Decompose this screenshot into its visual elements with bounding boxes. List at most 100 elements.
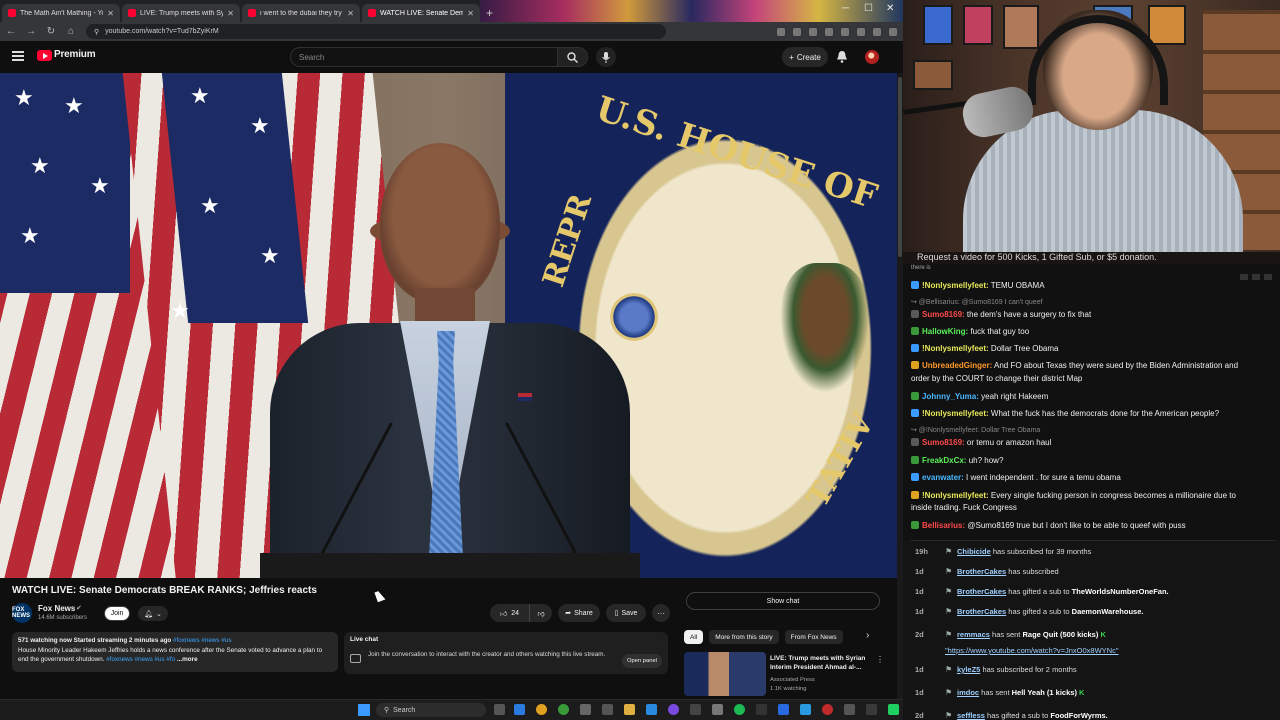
close-tab-icon[interactable]: ✕ bbox=[107, 9, 114, 18]
site-info-icon[interactable]: ⚲ bbox=[94, 28, 99, 36]
new-tab-button[interactable]: + bbox=[486, 4, 493, 22]
task-view-icon[interactable] bbox=[494, 704, 505, 715]
chat-username[interactable]: !Nonlysmellyfeet: bbox=[922, 491, 989, 500]
app-icon[interactable] bbox=[712, 704, 723, 715]
show-more-link[interactable]: ...more bbox=[177, 656, 198, 663]
more-actions-button[interactable]: ··· bbox=[652, 604, 670, 622]
app-icon[interactable] bbox=[778, 704, 789, 715]
notifications-bell-icon[interactable] bbox=[836, 50, 848, 63]
save-button[interactable]: ▯ Save bbox=[606, 604, 646, 622]
chat-username[interactable]: Sumo8169: bbox=[922, 438, 965, 447]
extension-icon[interactable] bbox=[777, 27, 785, 36]
search-button[interactable] bbox=[558, 47, 588, 67]
back-icon[interactable]: ← bbox=[6, 26, 16, 37]
share-button[interactable]: ➦ Share bbox=[558, 604, 600, 622]
show-chat-button[interactable]: Show chat bbox=[686, 592, 880, 610]
spotify-icon[interactable] bbox=[734, 704, 745, 715]
dislike-button[interactable]: 👎︎ bbox=[530, 604, 552, 622]
join-button[interactable]: Join bbox=[104, 606, 130, 621]
pin-icon[interactable] bbox=[1240, 274, 1248, 280]
account-avatar[interactable] bbox=[865, 50, 879, 64]
description-meta-tags[interactable]: #foxnews #news #us bbox=[173, 637, 231, 644]
youtube-logo-icon[interactable] bbox=[37, 50, 52, 61]
create-button[interactable]: + Create bbox=[782, 47, 828, 67]
minimize-icon[interactable]: ─ bbox=[842, 3, 849, 14]
chat-username[interactable]: UnbreadedGinger: bbox=[922, 361, 992, 370]
video-description[interactable]: 571 watching now Started streaming 2 min… bbox=[12, 632, 338, 672]
close-tab-icon[interactable]: ✕ bbox=[227, 9, 234, 18]
event-username[interactable]: Chibicide bbox=[957, 547, 991, 556]
extension-icon[interactable] bbox=[841, 27, 849, 36]
chat-username[interactable]: Sumo8169: bbox=[922, 310, 965, 319]
video-player[interactable]: ★ ★ ★ ★ ★ ★ ★ ★ ★ ★ U.S. HOUSE OF REPR T… bbox=[0, 73, 897, 578]
chat-username[interactable]: Bellisarius: bbox=[922, 521, 965, 530]
event-username[interactable]: kyleZ5 bbox=[957, 665, 980, 674]
chevron-right-icon[interactable]: › bbox=[866, 630, 869, 641]
event-link[interactable]: "https://www.youtube.com/watch?v=JnxO0x8… bbox=[945, 646, 1119, 655]
taskbar-search[interactable]: ⚲ Search bbox=[376, 703, 486, 717]
app-icon[interactable] bbox=[800, 704, 811, 715]
chat-username[interactable]: Johnny_Yuma: bbox=[922, 392, 979, 401]
open-panel-button[interactable]: Open panel bbox=[622, 654, 662, 668]
event-username[interactable]: BrotherCakes bbox=[957, 587, 1006, 596]
app-icon[interactable] bbox=[580, 704, 591, 715]
maximize-icon[interactable]: ☐ bbox=[864, 3, 873, 14]
recommendation-title[interactable]: LIVE: Trump meets with Syrian Interim Pr… bbox=[770, 655, 874, 672]
chat-username[interactable]: !Nonlysmellyfeet: bbox=[922, 409, 989, 418]
subscribed-notifications-button[interactable]: 🔔︎ ⌄ bbox=[138, 606, 168, 621]
like-button[interactable]: 👍︎ 24 bbox=[490, 604, 530, 622]
extension-icon[interactable] bbox=[857, 27, 865, 36]
chip-from-fox-news[interactable]: From Fox News bbox=[784, 630, 843, 644]
forward-icon[interactable]: → bbox=[26, 26, 36, 37]
chip-more-from-story[interactable]: More from this story bbox=[709, 630, 779, 644]
close-tab-icon[interactable]: ✕ bbox=[347, 9, 354, 18]
settings-icon[interactable] bbox=[1252, 274, 1260, 280]
app-icon[interactable] bbox=[668, 704, 679, 715]
extension-icon[interactable] bbox=[809, 27, 817, 36]
app-icon[interactable] bbox=[822, 704, 833, 715]
recommendation-channel[interactable]: Associated Press bbox=[770, 677, 815, 683]
popout-icon[interactable] bbox=[1264, 274, 1272, 280]
kebab-menu-icon[interactable]: ⋮ bbox=[876, 655, 884, 664]
event-username[interactable]: imdoc bbox=[957, 688, 979, 697]
app-icon[interactable] bbox=[756, 704, 767, 715]
app-icon[interactable] bbox=[690, 704, 701, 715]
bookmark-star-icon[interactable] bbox=[793, 27, 801, 36]
reload-icon[interactable]: ↻ bbox=[46, 26, 56, 37]
browser-tab-active[interactable]: WATCH LIVE: Senate Demo ✕ bbox=[362, 4, 480, 22]
chat-username[interactable]: evanwater: bbox=[922, 473, 964, 482]
chat-username[interactable]: HallowKing: bbox=[922, 327, 968, 336]
browser-tab[interactable]: i went to the dubai they try to ✕ bbox=[242, 4, 360, 22]
edge-icon[interactable] bbox=[514, 704, 525, 715]
app-icon[interactable] bbox=[602, 704, 613, 715]
youtube-premium-logo-text[interactable]: Premium bbox=[54, 49, 96, 60]
app-icon[interactable] bbox=[646, 704, 657, 715]
recommendation-thumbnail[interactable] bbox=[684, 652, 766, 696]
chip-all[interactable]: All bbox=[684, 630, 704, 644]
event-username[interactable]: remmacs bbox=[957, 630, 990, 639]
menu-icon[interactable] bbox=[889, 27, 897, 36]
chat-username[interactable]: FreakDxCx: bbox=[922, 456, 966, 465]
browser-tab[interactable]: The Math Ain't Mathing - You ✕ bbox=[2, 4, 120, 22]
description-hashtags[interactable]: #foxnews #news #us #fo bbox=[106, 656, 175, 663]
event-username[interactable]: BrotherCakes bbox=[957, 607, 1006, 616]
search-input[interactable]: Search bbox=[290, 47, 558, 67]
url-field[interactable]: ⚲ youtube.com/watch?v=Tud7bZyiKrM bbox=[86, 24, 666, 39]
app-icon[interactable] bbox=[866, 704, 877, 715]
extension-icon[interactable] bbox=[825, 27, 833, 36]
channel-name[interactable]: Fox News bbox=[38, 604, 75, 613]
app-icon[interactable] bbox=[844, 704, 855, 715]
close-window-icon[interactable]: ✕ bbox=[886, 3, 894, 14]
app-icon[interactable] bbox=[888, 704, 899, 715]
browser-tab[interactable]: LIVE: Trump meets with Syrian ✕ bbox=[122, 4, 240, 22]
chat-username[interactable]: !Nonlysmellyfeet: bbox=[922, 344, 989, 353]
chrome-icon[interactable] bbox=[536, 704, 547, 715]
event-username[interactable]: BrotherCakes bbox=[957, 567, 1006, 576]
voice-search-button[interactable] bbox=[596, 47, 616, 67]
profile-icon[interactable] bbox=[873, 27, 881, 36]
windows-start-icon[interactable] bbox=[358, 704, 370, 716]
chat-username[interactable]: !Nonlysmellyfeet: bbox=[922, 281, 989, 290]
home-icon[interactable]: ⌂ bbox=[66, 26, 76, 37]
file-explorer-icon[interactable] bbox=[624, 704, 635, 715]
channel-avatar[interactable]: FOX NEWS bbox=[12, 603, 32, 623]
